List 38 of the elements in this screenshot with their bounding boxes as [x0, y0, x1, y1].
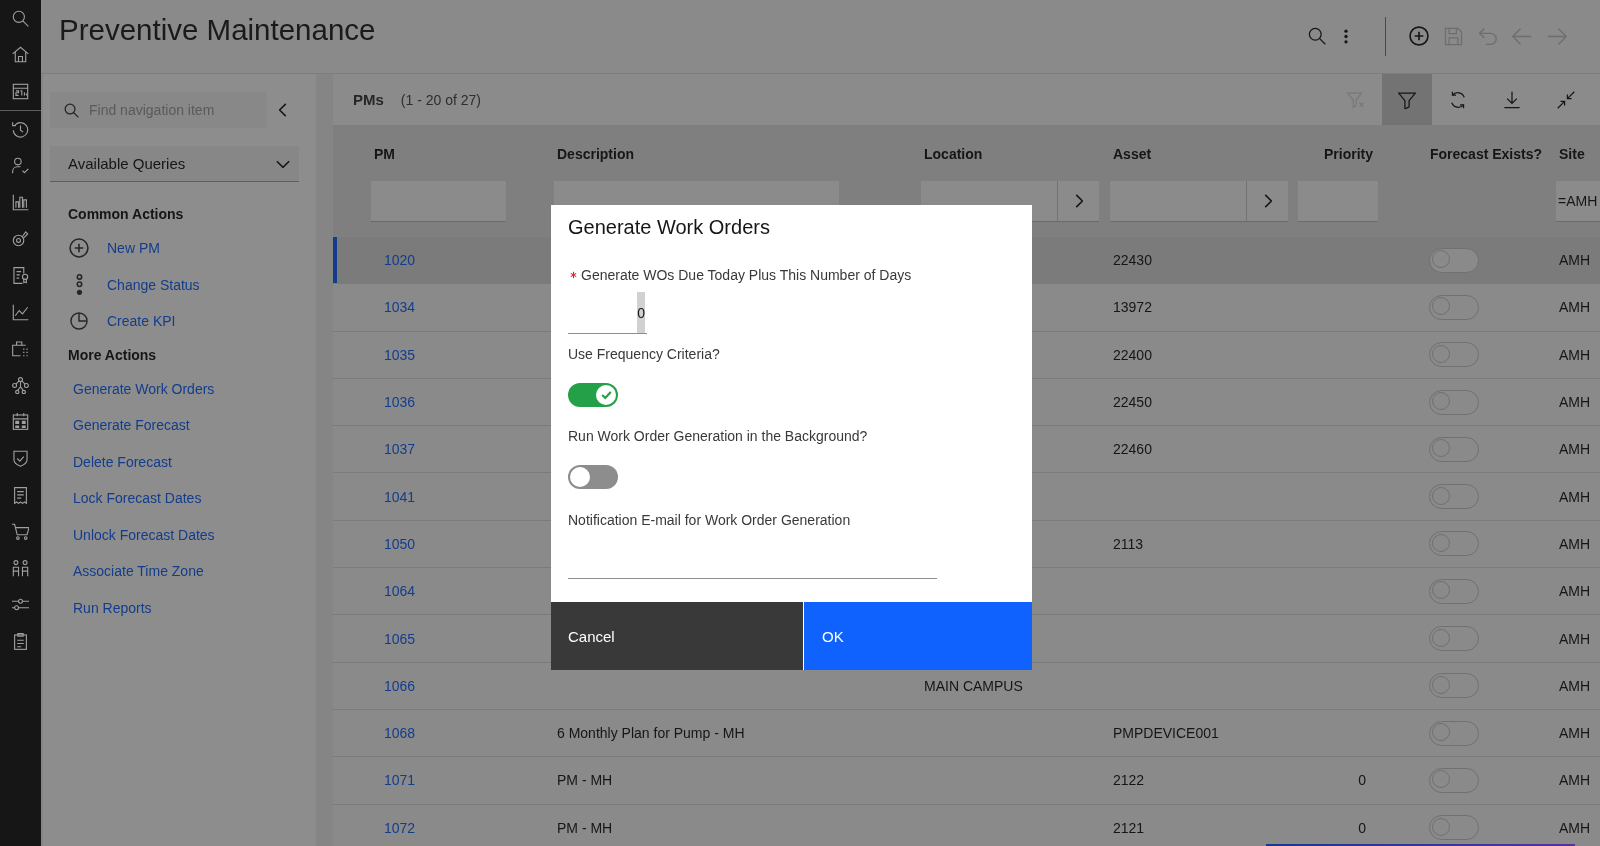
- table-cell: 2122: [1113, 772, 1145, 789]
- table-cell: 0: [1358, 819, 1366, 836]
- table-cell: 0: [1358, 772, 1366, 789]
- table-cell: AMH: [1559, 630, 1591, 647]
- table-cell: PM - MH: [557, 772, 613, 789]
- section-heading: More Actions: [68, 345, 158, 364]
- table-cell: 13972: [1113, 299, 1152, 316]
- table-cell: 6 Monthly Plan for Pump - MH: [557, 725, 745, 742]
- table-cell: AMH: [1559, 677, 1591, 694]
- table-cell: AMH: [1559, 346, 1591, 363]
- table-cell: 22450: [1113, 394, 1152, 411]
- table-cell: AMH: [1559, 299, 1591, 316]
- table-cell: AMH: [1559, 725, 1591, 742]
- table-cell: 2113: [1113, 535, 1144, 552]
- table-cell: AMH: [1559, 441, 1591, 458]
- page-title: Preventive Maintenance: [59, 13, 376, 47]
- table-cell: AMH: [1559, 819, 1591, 836]
- table-title: PMs: [353, 91, 384, 108]
- table-cell: 22400: [1113, 346, 1152, 363]
- table-cell: 22430: [1113, 252, 1152, 269]
- dialog-title: Generate Work Orders: [568, 215, 771, 239]
- record-count: (1 - 20 of 27): [400, 91, 481, 108]
- table-cell: AMH: [1559, 535, 1591, 552]
- table-cell: AMH: [1559, 488, 1591, 505]
- field-label: Use Frequency Criteria?: [568, 345, 720, 363]
- table-cell: PMPDEVICE001: [1113, 725, 1219, 742]
- section-heading: Common Actions: [68, 205, 185, 223]
- table-cell: AMH: [1559, 394, 1591, 411]
- table-cell: AMH: [1559, 772, 1591, 789]
- field-label: Run Work Order Generation in the Background?: [568, 427, 868, 445]
- field-label: Notification E-mail for Work Order Generation: [568, 511, 851, 529]
- table-cell: 22460: [1113, 441, 1152, 458]
- table-cell: 2121: [1113, 819, 1145, 836]
- field-label: Generate WOs Due Today Plus This Number of Days: [581, 266, 912, 284]
- table-cell: PM - MH: [557, 819, 613, 836]
- table-cell: AMH: [1559, 252, 1591, 269]
- table-cell: AMH: [1559, 583, 1591, 600]
- table-cell: MAIN CAMPUS: [924, 677, 1023, 694]
